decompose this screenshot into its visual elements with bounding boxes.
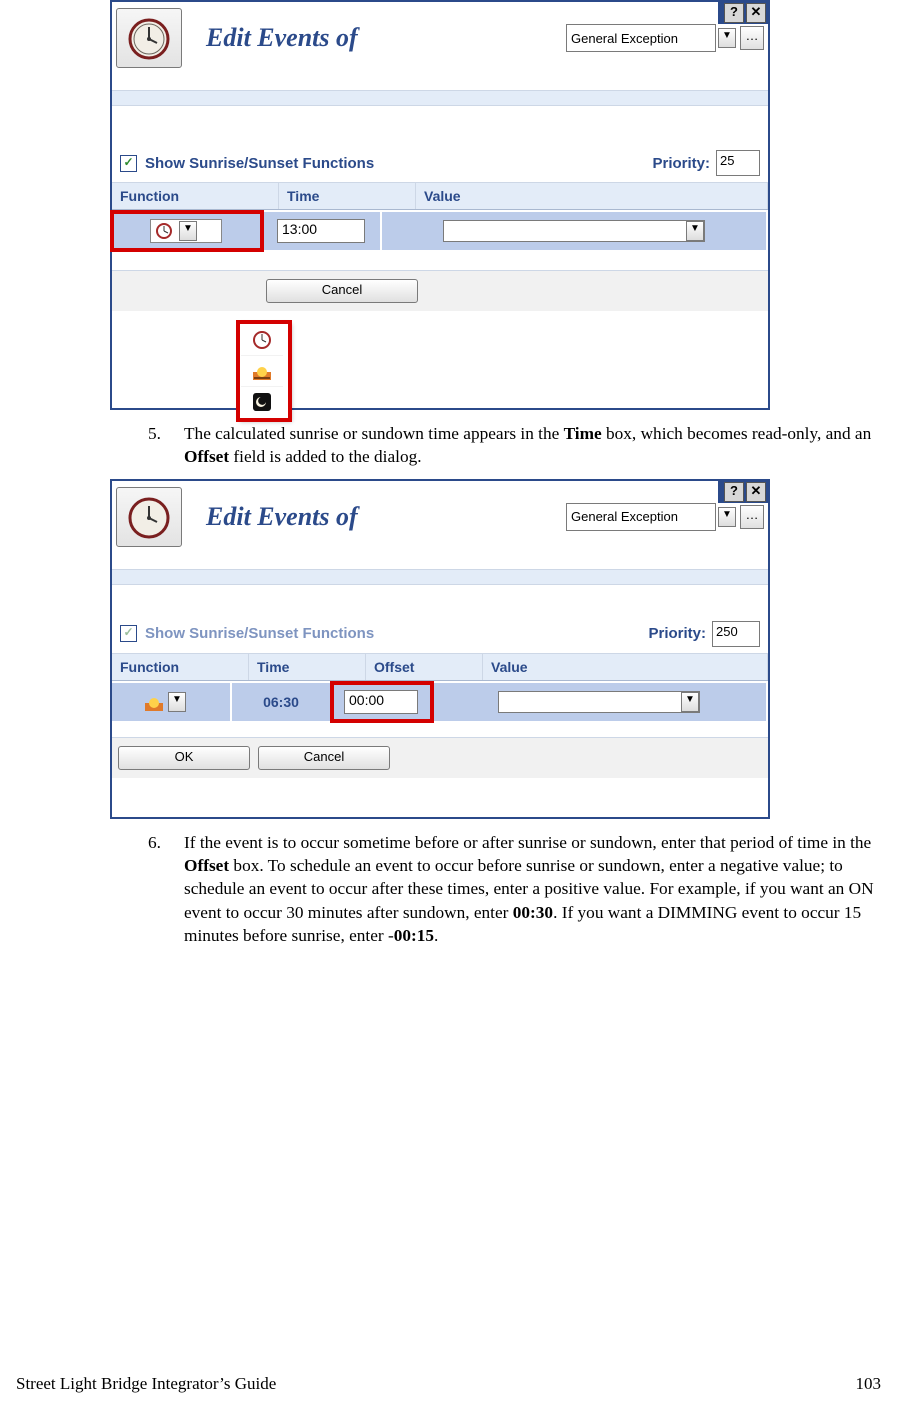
priority-input[interactable]: 250 [712,621,760,647]
titlebar-controls: ? ✕ [718,481,768,503]
time-readonly: 06:30 [263,694,299,710]
cancel-button[interactable]: Cancel [266,279,418,303]
ok-button[interactable]: OK [118,746,250,770]
chevron-down-icon[interactable]: ▼ [718,507,736,527]
show-sunrise-label: Show Sunrise/Sunset Functions [145,625,374,642]
show-sunrise-checkbox[interactable]: ✓ [120,155,137,172]
offset-input[interactable]: 00:00 [344,690,418,714]
sunrise-icon [144,692,164,712]
value-select[interactable]: ▼ [498,691,700,713]
footer-title: Street Light Bridge Integrator’s Guide [16,1374,276,1394]
offset-cell: 00:00 [332,683,432,721]
clock-small-icon [155,222,173,240]
col-time: Time [249,654,366,680]
time-input[interactable]: 13:00 [277,219,365,243]
divider [112,569,768,585]
divider [112,90,768,106]
function-cell: ▼ [112,212,262,250]
close-icon[interactable]: ✕ [746,3,766,23]
step-number: 6. [148,831,161,854]
dialog-figure-1: ? ✕ Edit Events of General Exception ▼ [110,0,770,410]
priority-label: Priority: [652,155,710,172]
dialog-title: Edit Events of [206,23,358,53]
col-function: Function [112,183,279,209]
show-sunrise-label: Show Sunrise/Sunset Functions [145,155,374,172]
col-offset: Offset [366,654,483,680]
col-time: Time [279,183,416,209]
function-option-night[interactable] [241,387,283,417]
chevron-down-icon[interactable]: ▼ [681,692,699,712]
function-option-sunrise[interactable] [241,356,283,387]
clock-icon [116,8,182,68]
step-6: 6. If the event is to occur sometime bef… [184,831,883,948]
dialog-figure-2: ? ✕ Edit Events of General Exception ▼ … [110,479,770,819]
time-cell: 13:00 [262,212,382,250]
value-cell: ▼ [432,683,768,721]
more-button[interactable]: … [740,26,764,50]
chevron-down-icon[interactable]: ▼ [718,28,736,48]
function-option-clock[interactable] [241,325,283,356]
page-number: 103 [856,1374,882,1394]
value-select[interactable]: ▼ [443,220,705,242]
show-sunrise-checkbox[interactable]: ✓ [120,625,137,642]
exception-type-select[interactable]: General Exception [566,503,716,531]
close-icon[interactable]: ✕ [746,482,766,502]
step-number: 5. [148,422,161,445]
col-value: Value [483,654,768,680]
page-footer: Street Light Bridge Integrator’s Guide 1… [16,1374,881,1394]
more-button[interactable]: … [740,505,764,529]
help-icon[interactable]: ? [724,3,744,23]
help-icon[interactable]: ? [724,482,744,502]
function-dropdown-popup [238,322,290,420]
function-cell: ▼ [112,683,232,721]
col-function: Function [112,654,249,680]
time-cell: 06:30 [232,683,332,721]
exception-type-select[interactable]: General Exception [566,24,716,52]
exception-type-value: General Exception [571,31,678,46]
chevron-down-icon[interactable]: ▼ [686,221,704,241]
dialog-title: Edit Events of [206,502,358,532]
priority-input[interactable]: 25 [716,150,760,176]
chevron-down-icon[interactable]: ▼ [179,221,197,241]
function-select[interactable]: ▼ [140,691,202,713]
chevron-down-icon[interactable]: ▼ [168,692,186,712]
exception-type-value: General Exception [571,509,678,524]
function-select[interactable]: ▼ [150,219,222,243]
titlebar-controls: ? ✕ [718,2,768,24]
cancel-button[interactable]: Cancel [258,746,390,770]
clock-icon [116,487,182,547]
step-5: 5. The calculated sunrise or sundown tim… [184,422,883,469]
value-cell: ▼ [382,212,768,250]
priority-label: Priority: [648,625,706,642]
col-value: Value [416,183,768,209]
